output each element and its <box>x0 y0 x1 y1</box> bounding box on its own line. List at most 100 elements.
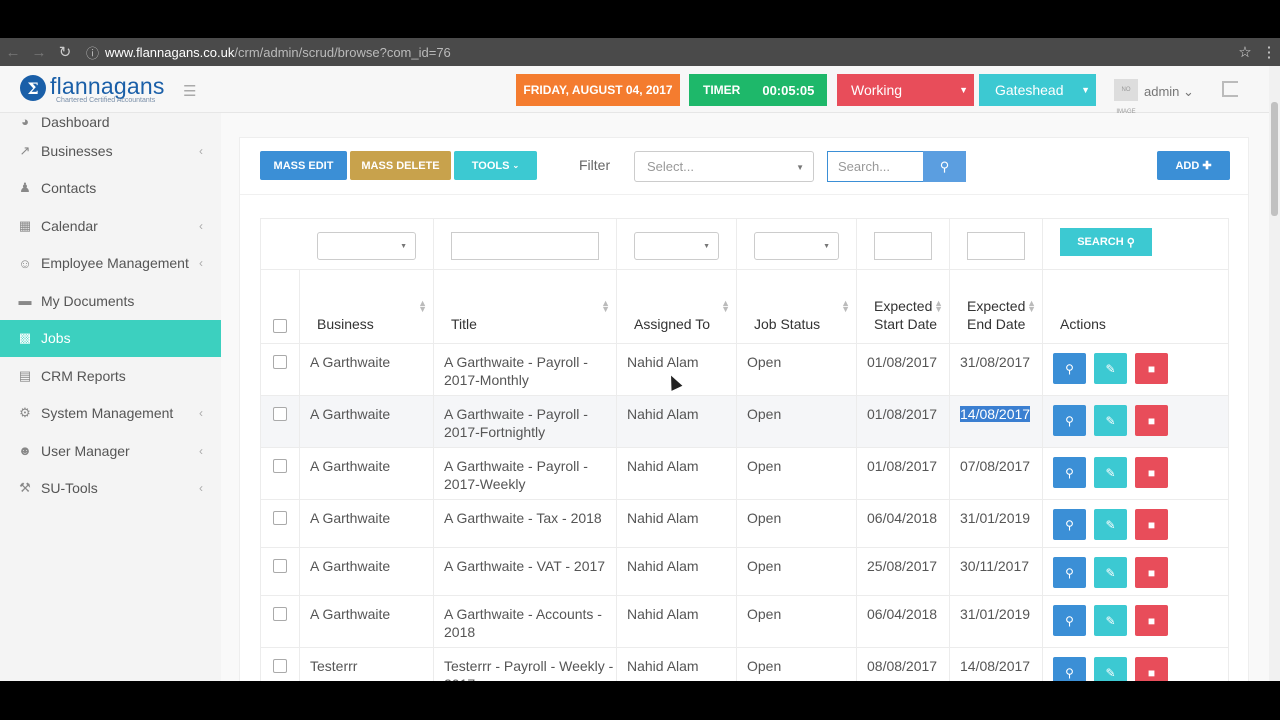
logout-icon[interactable] <box>1222 81 1238 97</box>
cell-business: A Garthwaite <box>310 606 391 622</box>
cell-business: A Garthwaite <box>310 406 391 422</box>
assigned-filter-select[interactable]: ▼ <box>634 232 719 260</box>
row-checkbox[interactable] <box>273 407 287 421</box>
back-arrow-icon[interactable]: ← <box>0 44 26 61</box>
column-header-expected-end-date[interactable]: Expected End Date ▲ ▼ <box>949 269 1043 344</box>
forward-arrow-icon[interactable]: → <box>26 44 52 61</box>
hamburger-menu-icon[interactable]: ☰ <box>183 82 196 100</box>
sidebar-item-user-manager[interactable]: ☻ User Manager ‹ <box>0 432 221 470</box>
select-all-checkbox[interactable] <box>273 319 287 333</box>
row-checkbox[interactable] <box>273 559 287 573</box>
tools-button[interactable]: TOOLS ⌄ <box>454 151 537 180</box>
delete-button[interactable]: ■ <box>1135 457 1168 488</box>
mass-delete-button[interactable]: MASS DELETE <box>350 151 451 180</box>
cell-assigned: Nahid Alam <box>627 558 699 574</box>
column-header-business[interactable]: Business ▲ ▼ <box>299 269 434 344</box>
mass-edit-button[interactable]: MASS EDIT <box>260 151 347 180</box>
edit-button[interactable]: ✎ <box>1094 509 1127 540</box>
view-button[interactable]: ⚲ <box>1053 557 1086 588</box>
view-button[interactable]: ⚲ <box>1053 405 1086 436</box>
sidebar-item-crm-reports[interactable]: ▤ CRM Reports <box>0 357 221 395</box>
row-checkbox[interactable] <box>273 511 287 525</box>
row-checkbox[interactable] <box>273 459 287 473</box>
table-row[interactable]: A Garthwaite A Garthwaite - Payroll - 201… <box>260 395 1229 448</box>
sidebar-item-employee-management[interactable]: ☺ Employee Management ‹ <box>0 245 221 283</box>
table-row[interactable]: Testerrr Testerrr - Payroll - Weekly - 20… <box>260 647 1229 681</box>
search-icon: ⚲ <box>1126 236 1135 249</box>
address-bar[interactable]: ⓘ www.flannagans.co.uk/crm/admin/scrud/b… <box>86 41 1232 63</box>
business-filter-select[interactable]: ▼ <box>316 232 416 260</box>
sidebar-item-system-management[interactable]: ⚙ System Management ‹ <box>0 395 221 433</box>
search-input[interactable]: Search... <box>827 151 923 182</box>
column-header-job-status[interactable]: Job Status ▲ ▼ <box>736 269 857 344</box>
row-checkbox[interactable] <box>273 659 287 673</box>
header-label: Job Status <box>754 316 821 332</box>
caret-down-icon: ▼ <box>1081 85 1090 95</box>
page-scrollbar[interactable] <box>1269 66 1280 681</box>
end-date-filter-input[interactable] <box>967 232 1025 260</box>
sort-icon: ▲ ▼ <box>934 298 943 314</box>
scroll-thumb[interactable] <box>1271 102 1278 216</box>
table-row[interactable]: A Garthwaite A Garthwaite - VAT - 2017 Nah… <box>260 547 1229 596</box>
status-dropdown[interactable]: Working ▼ <box>837 74 974 106</box>
column-header-expected-start-date[interactable]: Expected Start Date ▲ ▼ <box>856 269 950 344</box>
avatar[interactable]: NO IMAGE <box>1114 79 1138 115</box>
edit-button[interactable]: ✎ <box>1094 353 1127 384</box>
sidebar-item-jobs[interactable]: ▩ Jobs <box>0 319 221 357</box>
sidebar-item-my-documents[interactable]: ▬ My Documents <box>0 282 221 320</box>
search-icon: ⚲ <box>1065 665 1074 680</box>
status-filter-select[interactable]: ▼ <box>754 232 839 260</box>
user-icon: ☻ <box>18 443 32 459</box>
edit-button[interactable]: ✎ <box>1094 457 1127 488</box>
info-icon: ⓘ <box>86 45 100 61</box>
title-filter-input[interactable] <box>451 232 599 260</box>
view-button[interactable]: ⚲ <box>1053 605 1086 636</box>
view-button[interactable]: ⚲ <box>1053 457 1086 488</box>
table-row[interactable]: A Garthwaite A Garthwaite - Payroll - 201… <box>260 447 1229 500</box>
logo[interactable]: Σ flannagans Chartered Certified Account… <box>20 75 165 104</box>
table-row[interactable]: A Garthwaite A Garthwaite - Payroll - 201… <box>260 343 1229 396</box>
bookmark-star-icon[interactable]: ☆ <box>1232 43 1258 61</box>
edit-button[interactable]: ✎ <box>1094 605 1127 636</box>
delete-button[interactable]: ■ <box>1135 657 1168 681</box>
table-search-button[interactable]: SEARCH ⚲ <box>1060 228 1152 256</box>
filter-placeholder: Select... <box>647 159 694 174</box>
user-name: admin <box>1144 84 1180 99</box>
browser-menu-icon[interactable]: ⋮ <box>1258 43 1280 61</box>
reload-icon[interactable]: ↻ <box>52 43 78 61</box>
sort-icon: ▲ ▼ <box>1027 298 1036 314</box>
chevron-left-icon: ‹ <box>199 443 203 458</box>
edit-button[interactable]: ✎ <box>1094 405 1127 436</box>
row-checkbox[interactable] <box>273 355 287 369</box>
add-button[interactable]: ADD ✚ <box>1157 151 1230 180</box>
table-row[interactable]: A Garthwaite A Garthwaite - Tax - 2018 Nah… <box>260 499 1229 548</box>
delete-button[interactable]: ■ <box>1135 605 1168 636</box>
sidebar-item-businesses[interactable]: ↗ Businesses ‹ <box>0 132 221 170</box>
app: Σ flannagans Chartered Certified Account… <box>0 66 1280 681</box>
column-header-assigned-to[interactable]: Assigned To ▲ ▼ <box>616 269 737 344</box>
view-button[interactable]: ⚲ <box>1053 353 1086 384</box>
delete-button[interactable]: ■ <box>1135 353 1168 384</box>
sidebar-item-label: My Documents <box>41 292 135 309</box>
sidebar-item-contacts[interactable]: ♟ Contacts <box>0 170 221 208</box>
user-menu[interactable]: admin ⌄ <box>1144 84 1194 100</box>
filter-select[interactable]: Select... ▼ <box>634 151 814 182</box>
delete-button[interactable]: ■ <box>1135 509 1168 540</box>
view-button[interactable]: ⚲ <box>1053 657 1086 681</box>
delete-button[interactable]: ■ <box>1135 405 1168 436</box>
start-date-filter-input[interactable] <box>874 232 932 260</box>
edit-button[interactable]: ✎ <box>1094 657 1127 681</box>
view-button[interactable]: ⚲ <box>1053 509 1086 540</box>
delete-button[interactable]: ■ <box>1135 557 1168 588</box>
wrench-icon: ⚒ <box>19 480 31 496</box>
location-dropdown[interactable]: Gateshead ▼ <box>979 74 1096 106</box>
row-checkbox[interactable] <box>273 607 287 621</box>
trash-icon: ■ <box>1147 517 1156 532</box>
table-row[interactable]: A Garthwaite A Garthwaite - Accounts - 20… <box>260 595 1229 648</box>
sidebar-item-su-tools[interactable]: ⚒ SU-Tools ‹ <box>0 470 221 508</box>
search-button[interactable]: ⚲ <box>923 151 966 182</box>
edit-button[interactable]: ✎ <box>1094 557 1127 588</box>
sidebar-item-dashboard[interactable]: ◕ Dashboard <box>0 113 221 132</box>
sidebar-item-calendar[interactable]: ▦ Calendar ‹ <box>0 207 221 245</box>
column-header-title[interactable]: Title ▲ ▼ <box>433 269 617 344</box>
